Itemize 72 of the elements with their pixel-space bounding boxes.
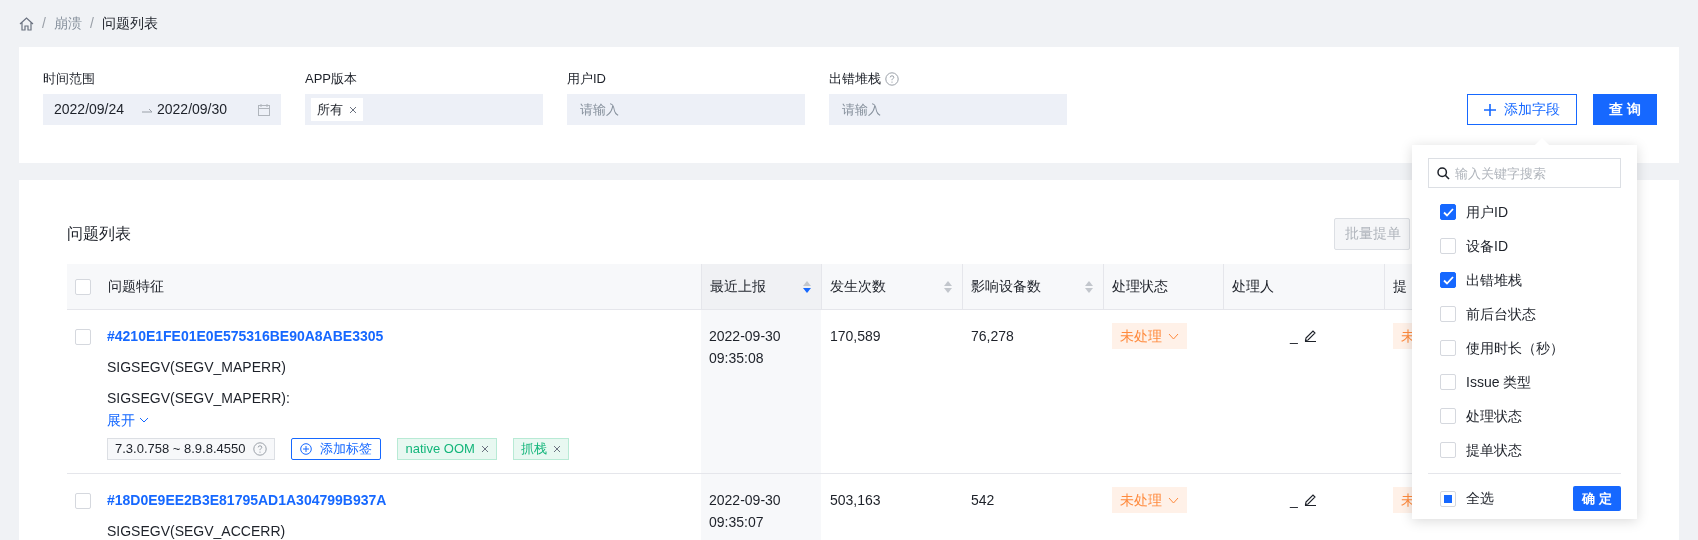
option-label[interactable]: 提单状态: [1466, 439, 1522, 461]
chevron-down-icon: [1168, 496, 1179, 504]
select-tag-text: 所有: [317, 100, 343, 119]
checkbox[interactable]: [1440, 272, 1456, 288]
home-icon[interactable]: [19, 16, 34, 31]
signal-text: SIGSEGV(SEGV_ACCERR): [107, 522, 286, 540]
column-header: 处理状态: [1112, 277, 1168, 296]
version-select[interactable]: 所有: [305, 94, 543, 125]
select-all-label[interactable]: 全选: [1466, 488, 1494, 509]
version-text: 7.3.0.758 ~ 8.9.8.4550: [115, 440, 246, 459]
option-label[interactable]: 出错堆栈: [1466, 269, 1522, 291]
date-text: 2022-09-30: [709, 327, 781, 346]
handler-text: _: [1290, 491, 1298, 510]
chevron-down-icon: [139, 417, 149, 423]
field-label: 时间范围: [43, 70, 95, 89]
time-text: 09:35:07: [709, 513, 764, 532]
close-icon[interactable]: [480, 445, 489, 453]
query-button[interactable]: 查 询: [1593, 94, 1657, 125]
option-label[interactable]: 使用时长（秒）: [1466, 337, 1564, 359]
end-date: 2022/09/30: [157, 100, 228, 119]
column-header: 发生次数: [830, 277, 886, 296]
pencil-icon[interactable]: [1303, 493, 1317, 506]
date-text: 2022-09-30: [709, 491, 781, 510]
signal-text: SIGSEGV(SEGV_MAPERR): [107, 358, 286, 377]
table-cell: 170,589: [830, 328, 881, 344]
input-field[interactable]: 请输入: [829, 94, 1067, 125]
tag-text: native OOM: [405, 440, 475, 459]
start-date: 2022/09/24: [54, 100, 126, 119]
option-label[interactable]: Issue 类型: [1466, 371, 1532, 393]
option-label[interactable]: 用户ID: [1466, 201, 1508, 223]
column-header: 处理人: [1232, 277, 1274, 296]
option-label[interactable]: 前后台状态: [1466, 303, 1536, 325]
plus-circle-icon: [300, 443, 313, 455]
help-icon: [253, 442, 268, 456]
field-label: 用户ID: [567, 70, 606, 89]
column-header: 问题特征: [108, 277, 164, 296]
tag-text: 抓栈: [520, 440, 547, 459]
handler-text: _: [1290, 327, 1298, 346]
breadcrumb-separator: /: [42, 14, 46, 33]
option-label[interactable]: 处理状态: [1466, 405, 1522, 427]
calendar-icon: [258, 103, 270, 116]
plus-icon: [1484, 103, 1496, 116]
table-cell: 503,163: [830, 492, 881, 508]
close-icon[interactable]: [349, 105, 357, 114]
add-field-button[interactable]: 添加字段: [1467, 94, 1577, 125]
confirm-button[interactable]: 确 定: [1573, 486, 1621, 511]
column-header: 最近上报: [710, 277, 766, 296]
issue-id-link[interactable]: #4210E1FE01E0E575316BE90A8ABE3305: [107, 325, 384, 347]
breadcrumb-separator: /: [89, 14, 94, 33]
pencil-icon[interactable]: [1303, 329, 1317, 342]
section-title: 问题列表: [67, 223, 131, 244]
sort-icon[interactable]: [803, 280, 811, 293]
date-range-field[interactable]: 2022/09/24 2022/09/30: [43, 94, 281, 125]
table-cell: 76,278: [971, 328, 1014, 344]
add-tag-button[interactable]: 添加标签: [291, 438, 382, 460]
field-label: 出错堆栈: [829, 70, 881, 89]
stack-text: SIGSEGV(SEGV_MAPERR):: [107, 389, 290, 408]
option-label[interactable]: 设备ID: [1466, 235, 1508, 257]
breadcrumb-item: 问题列表: [101, 14, 158, 33]
field-label: APP版本: [305, 70, 357, 89]
input-field[interactable]: 请输入: [567, 94, 805, 125]
chevron-down-icon: [1168, 332, 1179, 340]
close-icon[interactable]: [552, 445, 561, 453]
column-header: 提: [1393, 277, 1407, 296]
issue-id-link[interactable]: #18D0E9EE2B3E81795AD1A304799B937A: [107, 489, 387, 511]
search-icon: [1437, 167, 1450, 180]
time-text: 09:35:08: [709, 349, 764, 368]
checkbox[interactable]: [1440, 204, 1456, 220]
table-cell: 542: [971, 492, 995, 508]
expand-link[interactable]: 展开: [107, 409, 149, 431]
column-header: 影响设备数: [971, 277, 1041, 296]
search-field[interactable]: 输入关键字搜索: [1428, 158, 1621, 188]
